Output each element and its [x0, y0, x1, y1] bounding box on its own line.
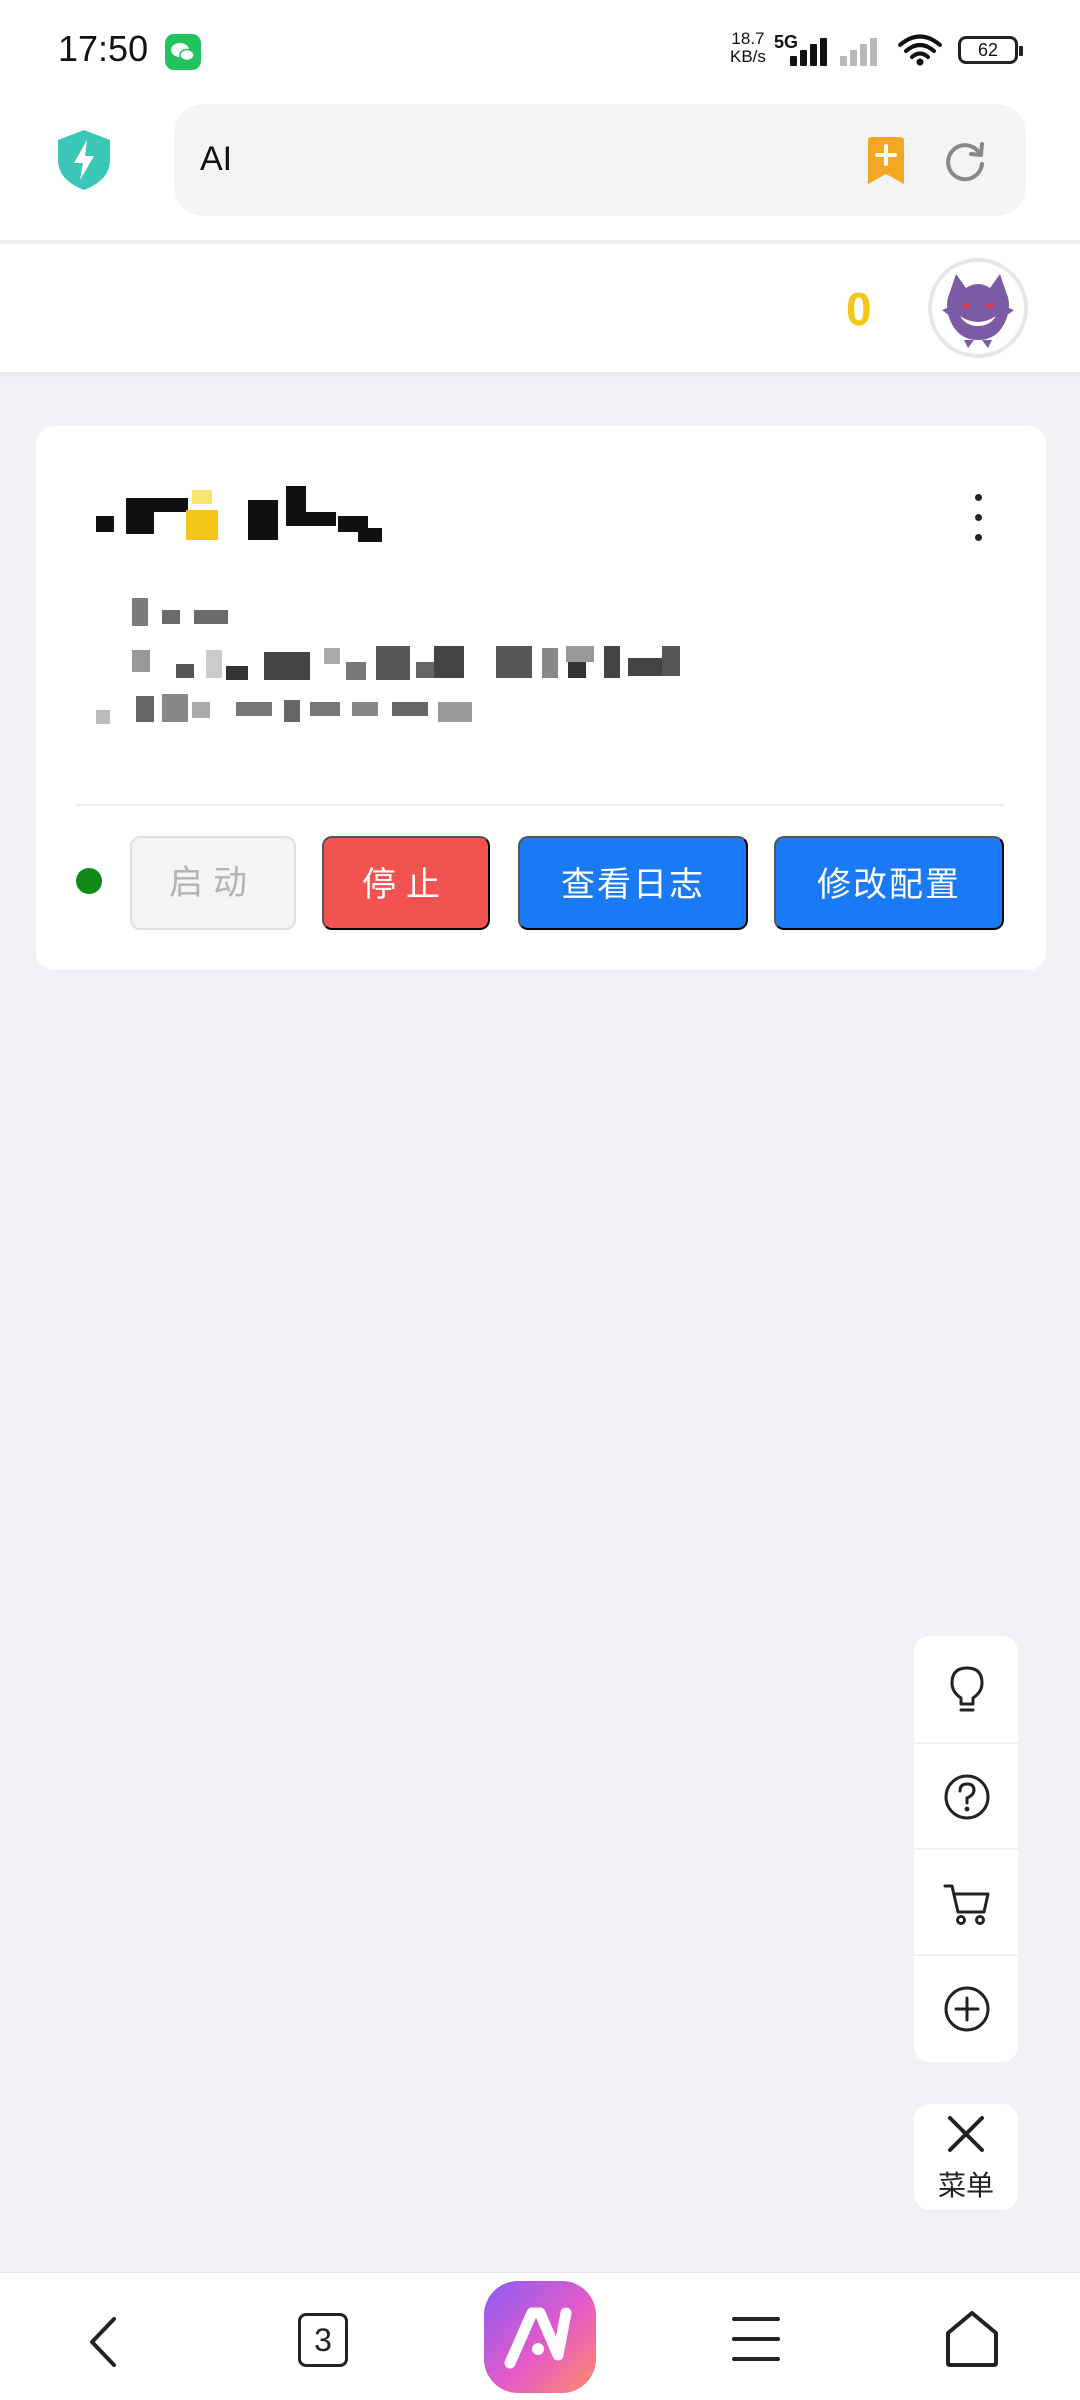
close-icon — [948, 2116, 984, 2152]
status-indicator — [76, 868, 102, 894]
add-icon — [944, 1986, 990, 2032]
bookmark-add-icon[interactable] — [864, 136, 908, 186]
bottom-nav: 3 — [0, 2272, 1080, 2400]
home-logo-button[interactable] — [484, 2281, 596, 2393]
net-speed-unit: KB/s — [730, 47, 766, 66]
add-button[interactable] — [914, 1954, 1018, 2060]
start-button[interactable]: 启动 — [130, 836, 296, 930]
net-speed: 18.7 KB/s — [730, 30, 766, 66]
url-text: AI — [200, 140, 233, 178]
menu-icon[interactable] — [732, 2317, 780, 2361]
service-card: 启动 停止 查看日志 修改配置 — [36, 426, 1046, 970]
address-bar: AI — [0, 100, 1080, 240]
net-speed-value: 18.7 — [731, 29, 765, 48]
url-field[interactable]: AI — [174, 104, 1026, 216]
reload-icon[interactable] — [942, 138, 988, 184]
more-options-icon[interactable] — [972, 494, 984, 544]
float-menu-button[interactable]: 菜单 — [914, 2104, 1018, 2210]
stop-button[interactable]: 停止 — [322, 836, 490, 930]
float-menu-label: 菜单 — [937, 2170, 994, 2201]
lightbulb-icon — [950, 1666, 984, 1712]
user-score: 0 — [846, 283, 872, 335]
cart-icon — [943, 1884, 990, 1925]
help-icon — [944, 1774, 990, 1820]
user-row: 0 — [0, 244, 1080, 372]
gengar-avatar-icon — [942, 274, 1014, 348]
help-button[interactable] — [914, 1742, 1018, 1848]
wifi-icon — [898, 34, 942, 66]
cart-button[interactable] — [914, 1848, 1018, 1954]
status-time: 17:50 — [58, 28, 149, 69]
back-icon[interactable] — [82, 2315, 126, 2369]
avatar[interactable] — [928, 258, 1028, 358]
tabs-button[interactable]: 3 — [298, 2313, 348, 2367]
edit-config-button[interactable]: 修改配置 — [774, 836, 1004, 930]
home-icon[interactable] — [944, 2309, 1000, 2369]
floating-toolbar — [914, 1636, 1018, 2062]
tip-button[interactable] — [914, 1636, 1018, 1742]
wechat-icon — [165, 34, 201, 70]
home-logo-icon — [504, 2307, 572, 2369]
card-divider — [76, 804, 1004, 806]
status-bar: 17:50 18.7 KB/s 5G 62 — [0, 0, 1080, 100]
shield-icon[interactable] — [54, 128, 114, 192]
signal-icon — [840, 34, 884, 66]
view-logs-button[interactable]: 查看日志 — [518, 836, 748, 930]
battery-icon: 62 — [958, 36, 1023, 64]
redacted-content — [76, 486, 916, 724]
signal-icon — [790, 34, 834, 66]
